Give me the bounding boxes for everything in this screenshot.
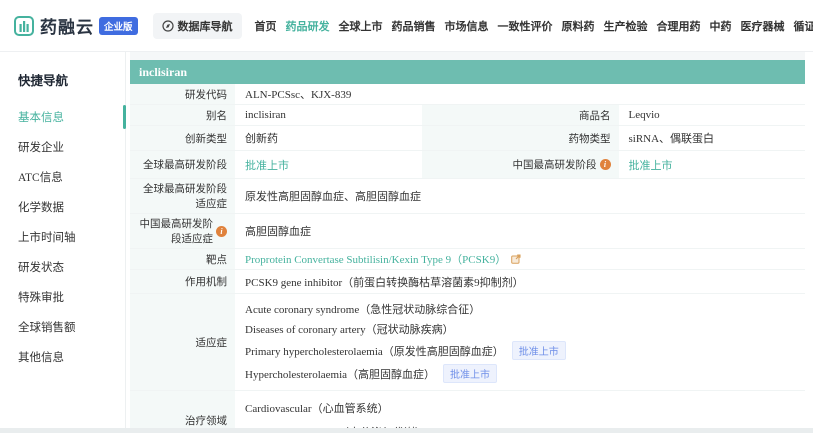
active-indicator [123, 105, 126, 129]
nav-item-medical-device[interactable]: 医疗器械 [741, 18, 785, 34]
sidebar-item-atc-info[interactable]: ATC信息 [0, 162, 125, 192]
sidebar-item-label: 基本信息 [18, 112, 64, 124]
field-label: 商品名 [422, 105, 619, 125]
field-label: 作用机制 [130, 270, 235, 293]
nav-item-global-launch[interactable]: 全球上市 [339, 18, 383, 34]
indication-item: Primary hypercholesterolaemia（原发性高胆固醇血症）… [245, 339, 797, 362]
info-icon[interactable]: i [216, 226, 227, 237]
external-link-icon[interactable] [511, 254, 521, 264]
brand-logo[interactable]: 药融云 企业版 [13, 13, 138, 38]
nav-item-drug-rnd[interactable]: 药品研发 [286, 18, 330, 34]
therapy-area-item: Cardiovascular（心血管系统） [245, 396, 797, 420]
table-row: 作用机制 PCSK9 gene inhibitor（前蛋白转换酶枯草溶菌素9抑制… [130, 270, 805, 294]
nav-item-api[interactable]: 原料药 [562, 18, 595, 34]
table-row: 创新类型 创新药 药物类型 siRNA、偶联蛋白 [130, 126, 805, 151]
table-row: 适应症 Acute coronary syndrome（急性冠状动脉综合征） D… [130, 294, 805, 391]
approval-status-badge[interactable]: 批准上市 [443, 364, 497, 383]
field-label: 中国最高研发阶段适应症 i [130, 214, 235, 248]
main-nav: 首页 药品研发 全球上市 药品销售 市场信息 一致性评价 原料药 生产检验 合理… [255, 18, 813, 34]
nav-item-tcm[interactable]: 中药 [710, 18, 732, 34]
indication-text: Acute coronary syndrome（急性冠状动脉综合征） [245, 301, 480, 317]
field-value-list: Acute coronary syndrome（急性冠状动脉综合征） Disea… [235, 294, 805, 390]
edition-badge: 企业版 [99, 17, 138, 35]
field-value: siRNA、偶联蛋白 [619, 126, 806, 150]
compass-icon [162, 20, 174, 32]
table-row: 别名 inclisiran 商品名 Leqvio [130, 105, 805, 126]
horizontal-scrollbar-track[interactable] [0, 428, 813, 433]
drug-name-title: inclisiran [130, 60, 805, 84]
sidebar-item-chemical-data[interactable]: 化学数据 [0, 192, 125, 222]
sidebar-item-launch-timeline[interactable]: 上市时间轴 [0, 222, 125, 252]
nav-item-rational-use[interactable]: 合理用药 [657, 18, 701, 34]
field-label: 全球最高研发阶段 [130, 151, 235, 178]
table-row: 中国最高研发阶段适应症 i 高胆固醇血症 [130, 214, 805, 249]
pharnex-building-icon [13, 15, 35, 37]
field-value: ALN-PCSsc、KJX-839 [235, 84, 805, 104]
info-icon[interactable]: i [600, 159, 611, 170]
global-stage-link[interactable]: 批准上市 [245, 157, 289, 173]
indication-item: Diseases of coronary artery（冠状动脉疾病） [245, 319, 797, 339]
database-nav-label: 数据库导航 [178, 18, 233, 34]
table-row: 治疗领域 Cardiovascular（心血管系统） Endocrine/Met… [130, 391, 805, 433]
field-label: 药物类型 [422, 126, 619, 150]
field-label: 适应症 [130, 294, 235, 390]
field-value: 创新药 [235, 126, 422, 150]
field-value: Leqvio [619, 105, 806, 125]
table-row: 全球最高研发阶段适应症 原发性高胆固醇血症、高胆固醇血症 [130, 179, 805, 214]
sidebar-item-basic-info[interactable]: 基本信息 [0, 102, 125, 132]
sidebar-item-rnd-companies[interactable]: 研发企业 [0, 132, 125, 162]
field-label: 全球最高研发阶段适应症 [130, 179, 235, 213]
indication-item: Hypercholesterolaemia（高胆固醇血症） 批准上市 [245, 362, 797, 385]
sidebar-item-other-info[interactable]: 其他信息 [0, 342, 125, 372]
indication-item: Acute coronary syndrome（急性冠状动脉综合征） [245, 299, 797, 319]
field-label: 研发代码 [130, 84, 235, 104]
nav-item-consistency[interactable]: 一致性评价 [498, 18, 553, 34]
table-row: 靶点 Proprotein Convertase Subtilisin/Kexi… [130, 249, 805, 270]
sidebar-item-global-sales[interactable]: 全球销售额 [0, 312, 125, 342]
field-label: 别名 [130, 105, 235, 125]
database-nav-button[interactable]: 数据库导航 [153, 13, 242, 39]
nav-item-home[interactable]: 首页 [255, 18, 277, 34]
field-label: 创新类型 [130, 126, 235, 150]
field-label-text: 中国最高研发阶段适应症 [133, 216, 213, 246]
sidebar-item-rnd-status[interactable]: 研发状态 [0, 252, 125, 282]
field-value: PCSK9 gene inhibitor（前蛋白转换酶枯草溶菌素9抑制剂） [235, 270, 805, 293]
top-spacer [130, 52, 805, 60]
quick-nav-sidebar: 快捷导航 基本信息 研发企业 ATC信息 化学数据 上市时间轴 研发状态 特殊审… [0, 52, 126, 433]
china-stage-link[interactable]: 批准上市 [629, 157, 673, 173]
field-label: 治疗领域 [130, 391, 235, 433]
field-value: 原发性高胆固醇血症、高胆固醇血症 [235, 179, 805, 213]
table-row: 全球最高研发阶段 批准上市 中国最高研发阶段 i 批准上市 [130, 151, 805, 179]
sidebar-title: 快捷导航 [0, 62, 125, 102]
sidebar-item-special-approval[interactable]: 特殊审批 [0, 282, 125, 312]
nav-item-ebm[interactable]: 循证医学 [794, 18, 813, 34]
brand-name: 药融云 [40, 13, 94, 38]
field-label: 靶点 [130, 249, 235, 269]
indication-text: Diseases of coronary artery（冠状动脉疾病） [245, 321, 454, 337]
nav-item-market-info[interactable]: 市场信息 [445, 18, 489, 34]
field-label-text: 中国最高研发阶段 [513, 157, 597, 172]
top-header: 药融云 企业版 数据库导航 首页 药品研发 全球上市 药品销售 市场信息 一致性… [0, 0, 813, 52]
table-row: 研发代码 ALN-PCSsc、KJX-839 [130, 84, 805, 105]
indication-text: Hypercholesterolaemia（高胆固醇血症） [245, 366, 435, 382]
field-value: inclisiran [235, 105, 422, 125]
indication-text: Primary hypercholesterolaemia（原发性高胆固醇血症） [245, 343, 504, 359]
approval-status-badge[interactable]: 批准上市 [512, 341, 566, 360]
field-value: 高胆固醇血症 [235, 214, 805, 248]
nav-item-drug-sales[interactable]: 药品销售 [392, 18, 436, 34]
nav-item-production-inspection[interactable]: 生产检验 [604, 18, 648, 34]
field-label: 中国最高研发阶段 i [422, 151, 619, 178]
target-link[interactable]: Proprotein Convertase Subtilisin/Kexin T… [245, 251, 506, 267]
field-value-list: Cardiovascular（心血管系统） Endocrine/Metaboli… [235, 391, 805, 433]
drug-detail-panel: inclisiran 研发代码 ALN-PCSsc、KJX-839 别名 inc… [126, 52, 813, 433]
